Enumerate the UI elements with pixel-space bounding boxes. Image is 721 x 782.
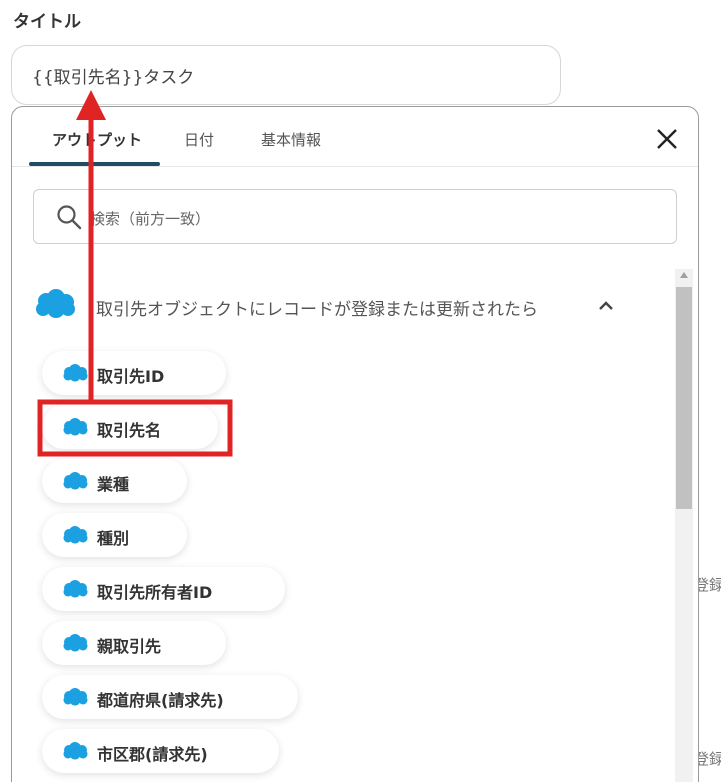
output-item-industry[interactable]: 業種 — [42, 459, 187, 503]
output-item-label: 都道府県(請求先) — [97, 691, 224, 710]
salesforce-cloud-icon — [36, 289, 75, 318]
output-item-account-id[interactable]: 取引先ID — [42, 351, 226, 395]
salesforce-cloud-icon — [63, 526, 88, 544]
salesforce-cloud-icon — [63, 580, 88, 598]
salesforce-cloud-icon — [63, 418, 88, 436]
tab-basic-info[interactable]: 基本情報 — [261, 129, 321, 150]
output-item-label: 業種 — [97, 475, 130, 494]
output-item-label: 取引先名 — [97, 421, 162, 440]
scrollbar[interactable] — [675, 269, 693, 782]
output-item-label: 親取引先 — [97, 637, 162, 656]
salesforce-cloud-icon — [63, 472, 88, 490]
output-item-owner-id[interactable]: 取引先所有者ID — [42, 567, 285, 611]
salesforce-cloud-icon — [63, 688, 88, 706]
output-item-label: 市区郡(請求先) — [97, 745, 208, 764]
output-item-label: 取引先ID — [97, 367, 165, 386]
salesforce-cloud-icon — [63, 634, 88, 652]
search-placeholder: 検索（前方一致） — [90, 210, 211, 228]
output-item-label: 種別 — [97, 529, 130, 548]
search-field[interactable]: 検索（前方一致） — [33, 189, 677, 244]
chevron-up-icon[interactable] — [598, 299, 614, 311]
output-item-account-name[interactable]: 取引先名 — [42, 405, 218, 449]
tab-date[interactable]: 日付 — [184, 129, 214, 150]
output-item-billing-city[interactable]: 市区郡(請求先) — [42, 729, 279, 773]
scroll-up-arrow-icon[interactable] — [680, 272, 688, 278]
output-popup: アウトプット 日付 基本情報 検索（前方一致） 取引先オブジェクトにレコードが登… — [11, 106, 699, 782]
salesforce-cloud-icon — [63, 364, 88, 382]
section-title: 取引先オブジェクトにレコードが登録または更新されたら — [96, 300, 538, 320]
output-item-label: 取引先所有者ID — [97, 583, 213, 602]
search-icon — [57, 205, 82, 230]
output-item-billing-state[interactable]: 都道府県(請求先) — [42, 675, 298, 719]
tab-output[interactable]: アウトプット — [52, 129, 142, 150]
title-input[interactable]: {{取引先名}}タスク — [11, 45, 561, 105]
salesforce-cloud-icon — [63, 742, 88, 760]
field-label: タイトル — [13, 12, 81, 32]
scroll-thumb[interactable] — [676, 287, 692, 509]
close-icon[interactable] — [653, 125, 681, 153]
output-item-type[interactable]: 種別 — [42, 513, 187, 557]
active-tab-indicator — [29, 162, 160, 166]
output-item-parent-account[interactable]: 親取引先 — [42, 621, 226, 665]
tab-bar: アウトプット 日付 基本情報 — [12, 107, 698, 167]
